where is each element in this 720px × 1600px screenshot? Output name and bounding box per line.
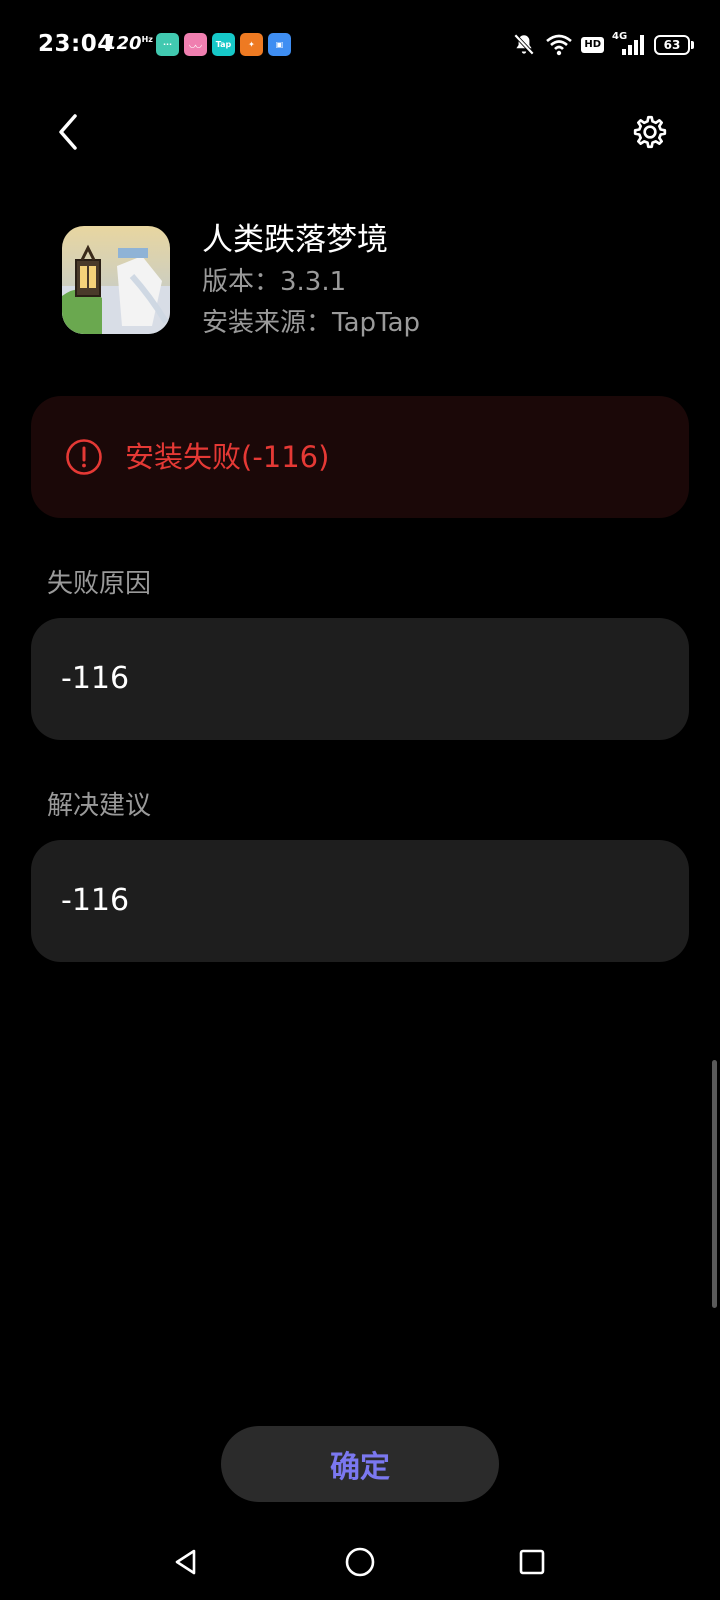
hd-badge: HD [581,37,604,53]
install-error-card: 安装失败(-116) [31,396,689,518]
taptap-app-icon: Tap [212,33,235,56]
failure-reason-value: -116 [61,661,130,696]
solution-label: 解决建议 [47,791,152,821]
nav-home-button[interactable] [336,1538,384,1586]
refresh-rate-unit: Hz [141,35,153,44]
nav-recent-button[interactable] [508,1538,556,1586]
install-source: 安装来源：TapTap [202,308,421,338]
notification-icons: ··· ◡◡ Tap ✦ ▣ [156,33,291,56]
orange-app-icon: ✦ [240,33,263,56]
back-button[interactable] [44,108,92,156]
gear-icon [633,115,667,149]
nav-recent-square-icon [519,1549,545,1575]
exclamation-circle-icon [66,439,102,475]
scrollbar-thumb[interactable] [712,1060,717,1308]
battery-icon: 63 [654,35,694,55]
solution-value: -116 [61,883,130,918]
failure-reason-label: 失败原因 [47,569,152,599]
blue-app-icon: ▣ [268,33,291,56]
app-icon [62,226,170,334]
status-bar: 23:04 120Hz ··· ◡◡ Tap ✦ ▣ HD 4G 63 [0,0,720,92]
refresh-rate-indicator: 120Hz [104,33,153,54]
chevron-left-icon [59,114,77,150]
settings-button[interactable] [626,108,674,156]
battery-level: 63 [663,38,681,52]
mute-bell-icon [514,33,535,55]
status-indicators: HD 4G 63 [511,31,694,59]
app-version: 版本：3.3.1 [202,267,347,297]
failure-reason-card: -116 [31,618,689,740]
message-app-icon: ··· [156,33,179,56]
confirm-button[interactable]: 确定 [221,1426,499,1502]
install-error-message: 安装失败(-116) [125,440,330,474]
nav-back-button[interactable] [162,1538,210,1586]
wifi-icon [546,34,573,56]
cellular-signal-icon: 4G [612,31,646,57]
status-time: 23:04 [38,31,114,57]
refresh-rate-value: 120 [104,33,142,54]
app-name: 人类跌落梦境 [202,222,388,258]
nav-back-triangle-icon [175,1549,196,1575]
nav-home-circle-icon [345,1547,375,1577]
reader-app-icon: ◡◡ [184,33,207,56]
solution-card: -116 [31,840,689,962]
